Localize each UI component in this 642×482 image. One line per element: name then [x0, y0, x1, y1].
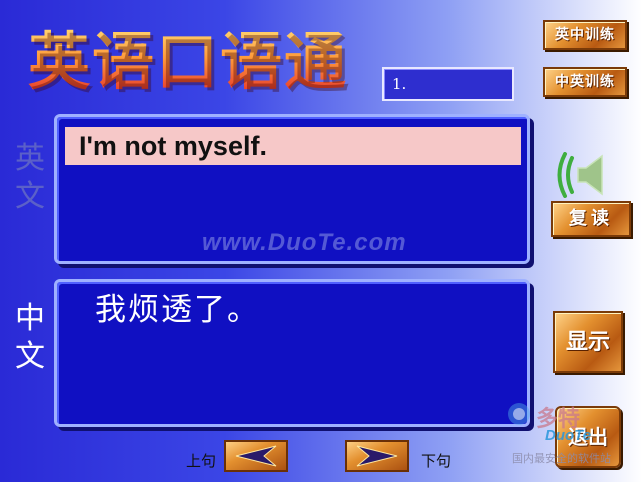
- site-logo-tagline: 国内最安全的软件站: [512, 452, 611, 465]
- next-sentence-label: 下句: [421, 452, 452, 470]
- chinese-panel: 我烦透了。: [54, 279, 530, 427]
- prev-sentence-label: 上句: [186, 452, 217, 470]
- english-sentence[interactable]: I'm not myself.: [65, 127, 521, 165]
- prev-arrow-button[interactable]: [224, 440, 288, 472]
- show-button[interactable]: 显示: [553, 311, 623, 373]
- sentence-number: 1.: [392, 75, 407, 93]
- next-arrow-button[interactable]: [345, 440, 409, 472]
- english-label: 英文: [15, 141, 45, 214]
- app-title: 英语口语通: [28, 22, 368, 102]
- app-window: 英语口语通 1. 英中训练 中英训练 英文 中文 I'm not myself.…: [0, 0, 642, 482]
- chinese-label: 中文: [15, 301, 45, 374]
- speaker-icon[interactable]: [556, 152, 618, 198]
- watermark-text: www.DuoTe.com: [202, 229, 407, 256]
- english-panel: I'm not myself. www.DuoTe.com: [54, 114, 530, 264]
- sentence-number-field[interactable]: 1.: [382, 67, 514, 101]
- repeat-button[interactable]: 复读: [551, 201, 631, 237]
- site-logo-latin: DuoTe: [545, 427, 592, 444]
- en-zh-training-button[interactable]: 英中训练: [543, 20, 627, 50]
- chinese-sentence: 我烦透了。: [95, 292, 260, 328]
- zh-en-training-button[interactable]: 中英训练: [543, 67, 627, 97]
